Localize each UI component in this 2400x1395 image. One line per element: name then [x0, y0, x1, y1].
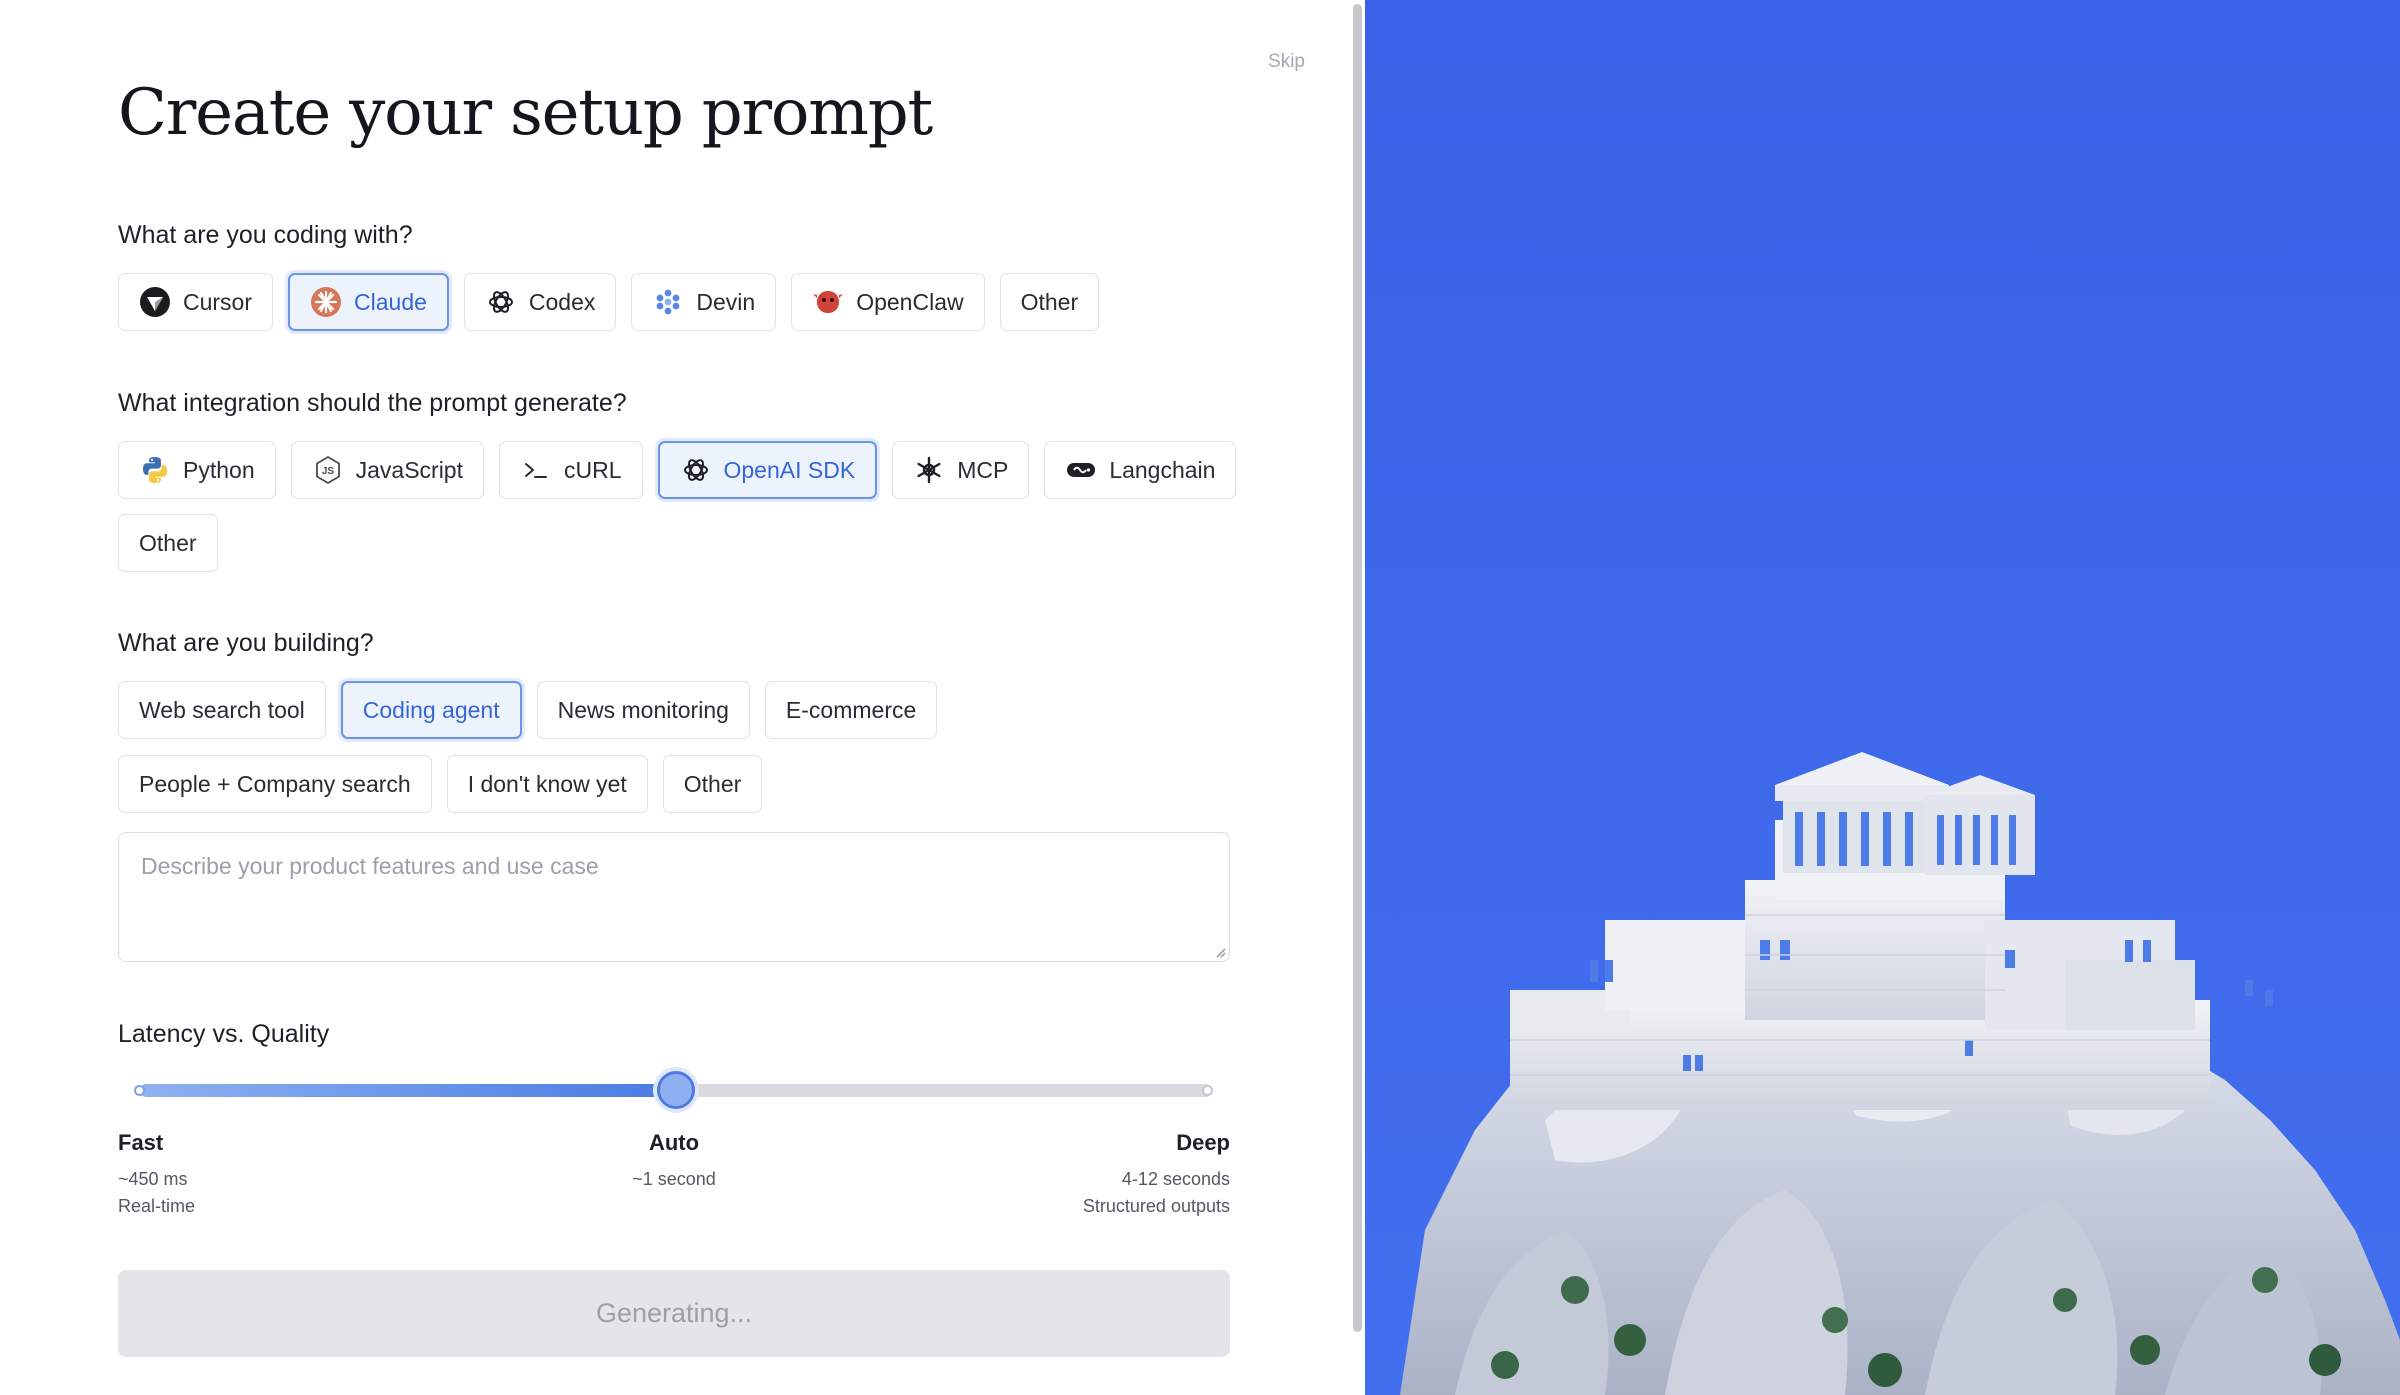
- cursor-icon: [139, 286, 171, 318]
- latency-auto[interactable]: Auto ~1 second: [574, 1130, 774, 1193]
- latency-deep-time: 4-12 seconds: [1121, 1169, 1230, 1189]
- integration-question: What integration should the prompt gener…: [118, 389, 627, 417]
- coding-option-label: OpenClaw: [856, 288, 964, 315]
- latency-fast[interactable]: Fast ~450 ms Real-time: [118, 1130, 195, 1220]
- integration-option-label: Langchain: [1109, 456, 1216, 483]
- acropolis-illustration: [1365, 0, 2400, 1395]
- coding-option-openclaw[interactable]: OpenClaw: [791, 273, 985, 331]
- slider-min-marker: [134, 1085, 145, 1096]
- coding-option-label: Codex: [528, 288, 596, 315]
- integration-option-openai-sdk[interactable]: OpenAI SDK: [657, 441, 878, 499]
- integration-option-curl[interactable]: cURL: [498, 441, 643, 499]
- integration-option-label: OpenAI SDK: [723, 456, 856, 483]
- latency-auto-time: ~1 second: [632, 1169, 716, 1189]
- slider-max-marker: [1202, 1085, 1213, 1096]
- python-icon: [139, 454, 171, 486]
- mcp-icon: [913, 454, 945, 486]
- latency-slider-fill: [140, 1084, 676, 1097]
- integration-option-other[interactable]: Other: [118, 514, 218, 572]
- coding-option-label: Claude: [354, 288, 427, 315]
- building-option-web-search-tool[interactable]: Web search tool: [118, 681, 326, 739]
- building-option-people-company-search[interactable]: People + Company search: [118, 755, 432, 813]
- coding-option-other[interactable]: Other: [999, 273, 1100, 331]
- hero-illustration: [1365, 0, 2400, 1395]
- coding-option-claude[interactable]: Claude: [288, 273, 449, 331]
- latency-auto-name: Auto: [648, 1130, 700, 1155]
- coding-option-label: Devin: [696, 288, 756, 315]
- integration-option-mcp[interactable]: MCP: [892, 441, 1030, 499]
- integration-option-label: cURL: [563, 456, 622, 483]
- building-option-e-commerce[interactable]: E-commerce: [764, 681, 938, 739]
- claude-icon: [310, 286, 342, 318]
- page-title: Create your setup prompt: [118, 76, 933, 150]
- svg-text:JS: JS: [321, 466, 334, 477]
- skip-link[interactable]: Skip: [1268, 51, 1305, 73]
- coding-question: What are you coding with?: [118, 221, 413, 249]
- latency-slider-thumb[interactable]: [657, 1071, 695, 1109]
- coding-option-label: Other: [1020, 288, 1079, 315]
- latency-fast-time: ~450 ms: [118, 1169, 188, 1189]
- coding-option-devin[interactable]: Devin: [631, 273, 777, 331]
- nodejs-icon: JS: [312, 454, 344, 486]
- building-option-label: People + Company search: [139, 770, 411, 797]
- building-option-label: I don't know yet: [467, 770, 627, 797]
- integration-option-langchain[interactable]: Langchain: [1044, 441, 1237, 499]
- building-option-news-monitoring[interactable]: News monitoring: [536, 681, 750, 739]
- building-option-other[interactable]: Other: [662, 755, 763, 813]
- building-option-label: Other: [683, 770, 742, 797]
- integration-option-label: MCP: [957, 456, 1009, 483]
- building-question: What are you building?: [118, 629, 374, 657]
- latency-deep-name: Deep: [1176, 1130, 1230, 1155]
- latency-deep[interactable]: Deep 4-12 seconds Structured outputs: [980, 1130, 1230, 1220]
- integration-options-more: Other: [118, 514, 218, 572]
- integration-option-label: Python: [183, 456, 255, 483]
- integration-option-label: Other: [139, 529, 197, 556]
- langchain-icon: [1065, 454, 1097, 486]
- openclaw-icon: [812, 286, 844, 318]
- coding-option-cursor[interactable]: Cursor: [118, 273, 274, 331]
- scrollbar-thumb[interactable]: [1353, 4, 1362, 1332]
- building-option-coding-agent[interactable]: Coding agent: [340, 681, 522, 739]
- building-option-label: E-commerce: [785, 696, 917, 723]
- latency-label: Latency vs. Quality: [118, 1020, 330, 1048]
- resize-handle-icon[interactable]: [1214, 946, 1226, 958]
- use-case-description-input[interactable]: [118, 832, 1230, 962]
- integration-options: Python JS JavaScript cURL OpenAI SDK MCP Langc…: [118, 441, 1318, 499]
- building-option-i-don-t-know-yet[interactable]: I don't know yet: [446, 755, 648, 813]
- latency-fast-name: Fast: [118, 1130, 164, 1155]
- coding-options: Cursor Claude Codex Devin OpenClaw Other: [118, 273, 1318, 331]
- openai-icon: [485, 286, 517, 318]
- setup-panel: Skip Create your setup prompt What are y…: [0, 0, 1351, 1395]
- building-option-label: Web search tool: [139, 696, 305, 723]
- building-options: Web search tool Coding agent News monitori…: [118, 681, 938, 739]
- latency-deep-note: Structured outputs: [1082, 1196, 1230, 1216]
- latency-fast-note: Real-time: [118, 1196, 196, 1216]
- integration-option-javascript[interactable]: JS JavaScript: [290, 441, 484, 499]
- building-option-label: News monitoring: [557, 696, 729, 723]
- devin-icon: [652, 286, 684, 318]
- terminal-icon: [520, 454, 552, 486]
- generate-button[interactable]: Generating...: [118, 1270, 1230, 1357]
- integration-option-python[interactable]: Python: [118, 441, 276, 499]
- coding-option-label: Cursor: [183, 288, 253, 315]
- coding-option-codex[interactable]: Codex: [463, 273, 617, 331]
- integration-option-label: JavaScript: [355, 456, 463, 483]
- building-options-more: People + Company search I don't know yet O…: [118, 755, 763, 813]
- building-option-label: Coding agent: [362, 696, 500, 723]
- openai-icon: [680, 454, 712, 486]
